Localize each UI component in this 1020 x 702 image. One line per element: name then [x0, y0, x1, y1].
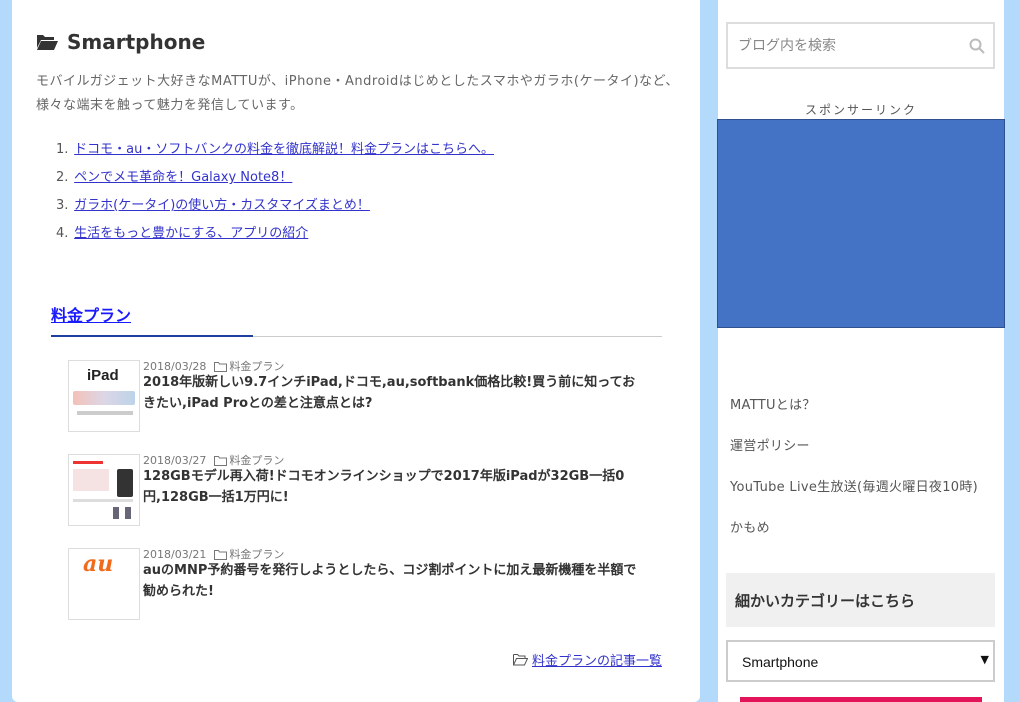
- banner-strip[interactable]: [740, 697, 982, 702]
- post-date: 2018/03/28: [143, 359, 207, 373]
- post-title[interactable]: 128GBモデル再入荷!ドコモオンラインショップで2017年版iPadが32GB…: [143, 466, 648, 508]
- toc-item: 4. 生活をもっと豊かにする、アプリの紹介: [56, 226, 309, 241]
- select-value: Smartphone: [742, 654, 819, 670]
- category-widget-title: 細かいカテゴリーはこちら: [726, 573, 995, 627]
- search-input[interactable]: [728, 24, 993, 67]
- folder-open-icon: [512, 653, 528, 665]
- folder-icon: [214, 456, 228, 466]
- folder-icon: [214, 550, 228, 560]
- post-thumbnail[interactable]: iPad: [68, 360, 140, 432]
- post-title[interactable]: auのMNP予約番号を発行しようとしたら、コジ割ポイントに加え最新機種を半額で勧…: [143, 560, 648, 602]
- post-date: 2018/03/27: [143, 453, 207, 467]
- page-title: Smartphone: [67, 30, 206, 54]
- toc-item: 1. ドコモ・au・ソフトバンクの料金を徹底解説！料金プランはこちらへ。: [56, 142, 494, 157]
- sidebar-link[interactable]: YouTube Live生放送(毎週火曜日夜10時): [730, 467, 978, 508]
- folder-icon: [214, 362, 228, 372]
- post-thumbnail[interactable]: [68, 454, 140, 526]
- page-heading: Smartphone: [36, 30, 205, 54]
- table-of-contents: 1. ドコモ・au・ソフトバンクの料金を徹底解説！料金プランはこちらへ。 2. …: [56, 136, 494, 248]
- more-articles-link[interactable]: 料金プランの記事一覧: [532, 650, 662, 669]
- category-description: モバイルガジェット大好きなMATTUが、iPhone・Androidはじめとした…: [36, 74, 679, 113]
- post-thumbnail[interactable]: au MNP引き止め コジポ だけじゃない？: [68, 548, 140, 620]
- post-date: 2018/03/21: [143, 547, 207, 561]
- toc-link[interactable]: ペンでメモ革命を！Galaxy Note8！: [74, 170, 292, 185]
- advertisement[interactable]: [717, 119, 1005, 328]
- post-item[interactable]: 2018/03/27 料金プラン 128GBモデル再入荷!ドコモオンラインショッ…: [68, 454, 668, 528]
- sidebar: スポンサーリンク MATTUとは？ 運営ポリシー YouTube Live生放送…: [717, 0, 1005, 702]
- sponsor-label: スポンサーリンク: [804, 103, 917, 117]
- post-item[interactable]: iPad 2018/03/28 料金プラン 2018年版新しい9.7インチiPa…: [68, 360, 668, 434]
- post-item[interactable]: au MNP引き止め コジポ だけじゃない？ 2018/03/21 料金プラン …: [68, 548, 668, 622]
- post-title[interactable]: 2018年版新しい9.7インチiPad,ドコモ,au,softbank価格比較!…: [143, 372, 648, 414]
- sidebar-link[interactable]: 運営ポリシー: [730, 426, 978, 467]
- chevron-down-icon: ▼: [980, 653, 989, 666]
- thumbnail-text: iPad: [87, 367, 119, 384]
- toc-item: 3. ガラホ(ケータイ)の使い方・カスタマイズまとめ！: [56, 198, 370, 213]
- category-select[interactable]: Smartphone ▼: [726, 640, 995, 682]
- sidebar-link[interactable]: かもめ: [730, 508, 978, 549]
- folder-open-icon: [37, 35, 58, 50]
- toc-link[interactable]: 生活をもっと豊かにする、アプリの紹介: [74, 226, 308, 241]
- heading-underline: [51, 335, 253, 337]
- toc-link[interactable]: ガラホ(ケータイ)の使い方・カスタマイズまとめ！: [74, 198, 370, 213]
- search-box: [726, 22, 995, 69]
- category-heading-link[interactable]: 料金プラン: [51, 302, 131, 326]
- heading-divider: [253, 336, 662, 337]
- main-content: Smartphone モバイルガジェット大好きなMATTUが、iPhone・An…: [12, 0, 700, 702]
- sidebar-links: MATTUとは？ 運営ポリシー YouTube Live生放送(毎週火曜日夜10…: [730, 385, 978, 549]
- more-articles: 料金プランの記事一覧: [512, 650, 662, 669]
- au-logo: au: [83, 551, 114, 577]
- toc-item: 2. ペンでメモ革命を！Galaxy Note8！: [56, 170, 293, 185]
- toc-link[interactable]: ドコモ・au・ソフトバンクの料金を徹底解説！料金プランはこちらへ。: [74, 142, 494, 157]
- sidebar-link[interactable]: MATTUとは？: [730, 385, 978, 426]
- search-icon[interactable]: [969, 38, 985, 54]
